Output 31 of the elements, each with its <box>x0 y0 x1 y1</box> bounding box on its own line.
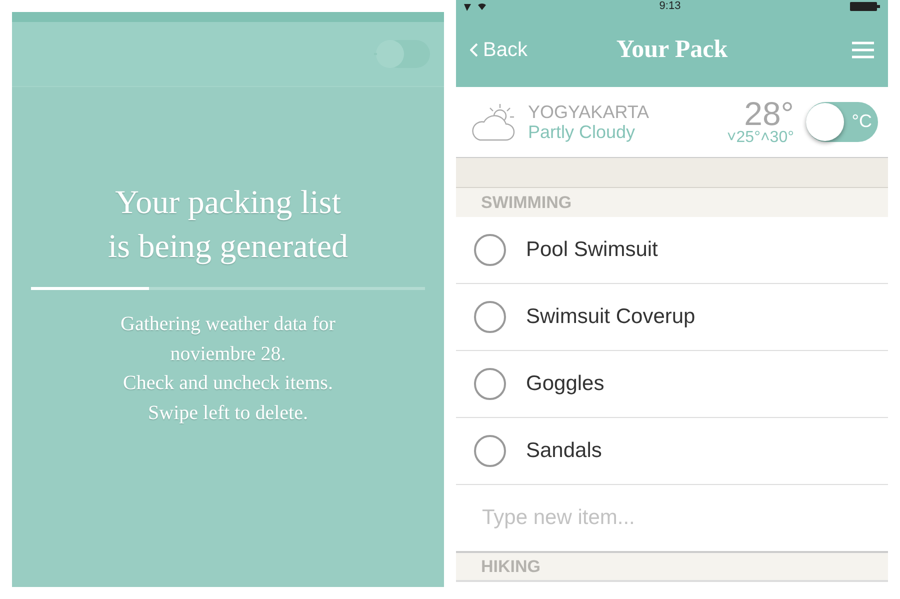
partly-cloudy-icon <box>470 102 516 142</box>
message-line: Check and uncheck items. <box>123 371 333 396</box>
menu-icon <box>852 40 874 58</box>
section-header: HIKING <box>456 553 888 582</box>
screen-title: Your Pack <box>616 34 728 65</box>
city-name: YOGYAKARTA <box>528 102 650 122</box>
temperature-range: ˅25°˄30° <box>726 130 794 146</box>
temperature: 28° <box>744 98 794 130</box>
battery-icon <box>850 2 880 10</box>
item-label: Swimsuit Coverup <box>526 304 696 330</box>
checkbox[interactable] <box>474 368 506 400</box>
item-label: Sandals <box>526 438 602 464</box>
chevron-left-icon <box>470 43 478 58</box>
list-item[interactable]: Swimsuit Coverup <box>456 284 888 351</box>
title-line: Your packing list <box>115 184 341 223</box>
section-header: SWIMMING <box>456 188 888 217</box>
list-item[interactable]: Sandals <box>456 418 888 485</box>
checkbox[interactable] <box>474 301 506 333</box>
checkbox[interactable] <box>474 234 506 266</box>
checkbox[interactable] <box>474 435 506 467</box>
message-line: Swipe left to delete. <box>148 400 308 426</box>
list-item[interactable]: Pool Swimsuit <box>456 217 888 284</box>
message-line: noviembre 28. <box>170 342 286 366</box>
status-time: 9:13 <box>659 0 681 12</box>
list-item[interactable]: Goggles <box>456 351 888 418</box>
new-item-field[interactable]: Type new item... <box>480 501 860 535</box>
item-label: Pool Swimsuit <box>526 237 658 264</box>
title-line: is being generated <box>108 228 348 267</box>
weather-condition: Partly Cloudy <box>528 122 636 142</box>
message-line: Gathering weather data for <box>120 312 336 337</box>
item-label: Goggles <box>526 371 604 398</box>
